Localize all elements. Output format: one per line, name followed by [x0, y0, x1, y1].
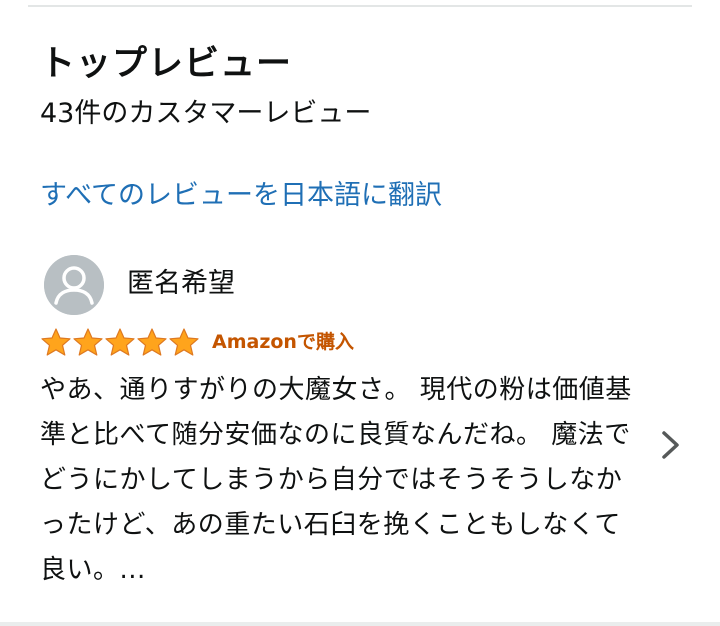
bottom-divider: [0, 622, 720, 626]
review-card[interactable]: 匿名希望 Amazonで購入 やあ、通りすがりの大魔女さ。 現代の粉は価値基準と…: [40, 250, 660, 585]
verified-purchase-badge: Amazonで購入: [212, 331, 354, 353]
chevron-right-icon[interactable]: [650, 425, 690, 465]
star-filled-icon: [137, 328, 167, 356]
section-title: トップレビュー: [40, 44, 293, 84]
star-filled-icon: [105, 328, 135, 356]
star-filled-icon: [73, 328, 103, 356]
star-filled-icon: [41, 328, 71, 356]
star-filled-icon: [169, 328, 199, 356]
translate-all-reviews-link[interactable]: すべてのレビューを日本語に翻訳: [40, 177, 442, 215]
star-rating: [40, 327, 200, 357]
top-reviews-section: トップレビュー 43件のカスタマーレビュー すべてのレビューを日本語に翻訳 匿名…: [0, 0, 720, 626]
top-divider: [28, 5, 692, 7]
reviewer-name: 匿名希望: [127, 268, 235, 299]
default-user-avatar-icon: [44, 255, 104, 315]
review-text: やあ、通りすがりの大魔女さ。 現代の粉は価値基準と比べて随分安価なのに良質なんだ…: [40, 375, 632, 585]
review-count: 43件のカスタマーレビュー: [40, 98, 372, 129]
